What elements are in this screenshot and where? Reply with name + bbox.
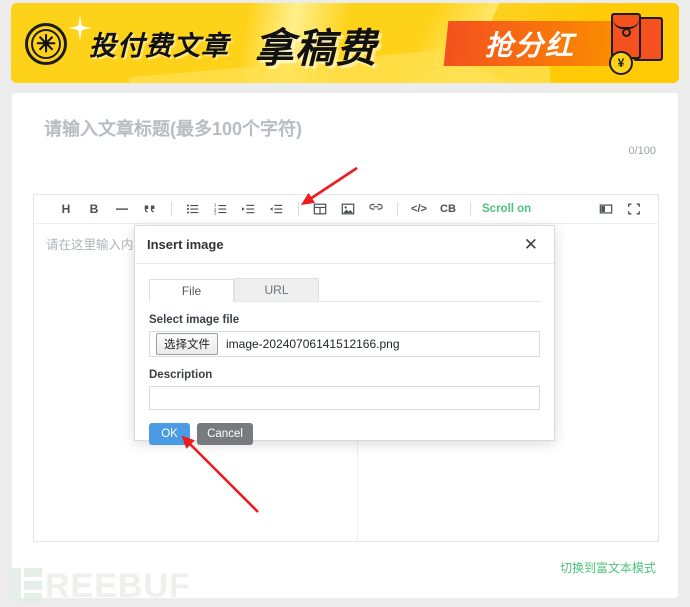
toolbar-group-insert [306, 198, 390, 220]
toolbar-group-code: </> CB [405, 198, 463, 220]
link-icon[interactable] [365, 198, 387, 220]
toolbar-group-text: H B [52, 198, 164, 220]
image-icon[interactable] [337, 198, 359, 220]
bold-icon[interactable]: B [83, 198, 105, 220]
banner-badge[interactable]: 抢分红 [443, 21, 617, 66]
title-char-counter: 0/100 [628, 145, 656, 157]
toolbar-divider [171, 202, 172, 216]
watermark-mark [12, 568, 42, 602]
cancel-button[interactable]: Cancel [197, 423, 253, 445]
coin-asterisk-icon: ✳ [25, 23, 67, 65]
article-title-input[interactable]: 请输入文章标题(最多100个字符) [44, 115, 302, 141]
fullscreen-icon[interactable] [623, 198, 645, 220]
banner-headline-secondary: 拿稿费 [254, 27, 377, 71]
heading-icon[interactable]: H [55, 198, 77, 220]
editor-toolbar: H B 1 2 3 </> CB Scroll on [34, 195, 658, 224]
quote-icon[interactable] [139, 198, 161, 220]
switch-to-rich-text-link[interactable]: 切换到富文本模式 [560, 559, 656, 576]
watermark-text: REEBUF [45, 567, 191, 605]
dialog-tabs: File URL [149, 278, 540, 302]
insert-image-dialog: Insert image ✕ File URL Select image fil… [134, 225, 555, 445]
watermark-bar [12, 568, 21, 602]
dialog-actions: OK Cancel [135, 410, 554, 445]
toolbar-divider [470, 202, 471, 216]
svg-text:3: 3 [214, 211, 217, 216]
ok-button[interactable]: OK [149, 423, 190, 445]
inline-code-icon[interactable]: </> [408, 198, 430, 220]
toolbar-divider [298, 202, 299, 216]
envelope-clasp [622, 28, 631, 37]
envelope-flap [613, 15, 639, 29]
choose-file-button[interactable]: 选择文件 [156, 333, 218, 355]
dialog-header: Insert image ✕ [135, 226, 554, 264]
red-envelope-icon: ¥ [609, 13, 663, 75]
ordered-list-icon[interactable]: 1 2 3 [210, 198, 232, 220]
table-icon[interactable] [309, 198, 331, 220]
description-label: Description [149, 369, 213, 381]
split-view-icon[interactable] [595, 198, 617, 220]
banner-badge-label: 抢分红 [484, 29, 575, 61]
outdent-icon[interactable] [266, 198, 288, 220]
yen-coin-icon: ¥ [609, 51, 633, 75]
selected-file-name: image-20240706141512166.png [226, 337, 400, 351]
dialog-title: Insert image [147, 237, 224, 252]
coin-asterisk-glyph: ✳ [35, 31, 57, 58]
tab-url[interactable]: URL [234, 278, 319, 301]
bullet-list-icon[interactable] [182, 198, 204, 220]
horizontal-rule-icon[interactable] [111, 198, 133, 220]
promo-banner[interactable]: ✳ 投付费文章 拿稿费 抢分红 ¥ [11, 3, 679, 83]
watermark-stack [24, 568, 42, 602]
select-image-file-label: Select image file [149, 314, 240, 326]
indent-icon[interactable] [238, 198, 260, 220]
code-block-icon[interactable]: CB [436, 198, 460, 220]
file-picker-row[interactable]: 选择文件 image-20240706141512166.png [149, 331, 540, 357]
dialog-body: File URL Select image file 选择文件 image-20… [135, 264, 554, 410]
editor-content-placeholder: 请在这里输入内容 [46, 238, 147, 252]
toolbar-group-lists: 1 2 3 [179, 198, 291, 220]
description-input[interactable] [149, 386, 540, 410]
tab-file[interactable]: File [149, 279, 234, 302]
banner-headline-primary: 投付费文章 [89, 31, 229, 61]
scroll-sync-toggle[interactable]: Scroll on [482, 203, 531, 215]
freebuf-watermark: REEBUF [12, 567, 191, 605]
toolbar-group-view [592, 198, 648, 220]
close-icon[interactable]: ✕ [520, 234, 542, 255]
toolbar-divider [397, 202, 398, 216]
